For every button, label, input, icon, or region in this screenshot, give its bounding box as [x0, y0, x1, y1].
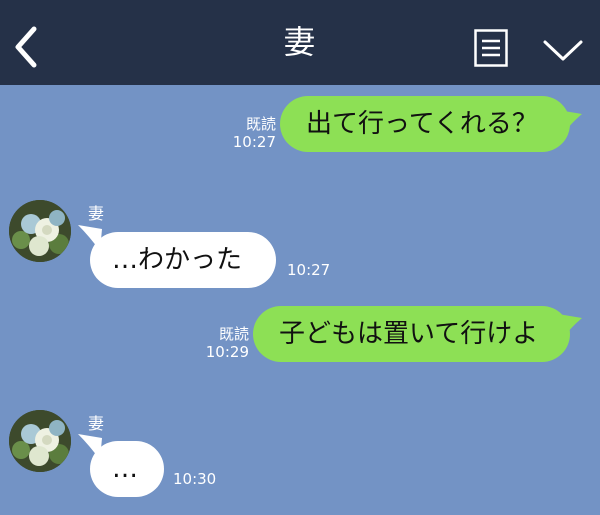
message-bubble-outgoing[interactable]: 子どもは置いて行けよ: [253, 306, 570, 362]
message-bubble-incoming[interactable]: …わかった: [90, 232, 276, 288]
avatar[interactable]: [9, 410, 71, 472]
message-bubble-incoming[interactable]: …: [90, 441, 164, 497]
menu-button[interactable]: [474, 29, 508, 67]
rose-photo-icon: [9, 410, 71, 472]
rose-photo-icon: [9, 200, 71, 262]
back-button[interactable]: [10, 25, 46, 69]
message-meta: 既読 10:29: [201, 325, 249, 361]
message-meta: 既読 10:27: [228, 115, 276, 151]
message-time: 10:27: [232, 133, 276, 151]
read-receipt: 既読: [218, 325, 249, 343]
dropdown-button[interactable]: [542, 37, 584, 63]
chevron-down-icon: [543, 40, 583, 61]
message-time: 10:30: [173, 470, 217, 488]
chevron-left-icon: [15, 26, 37, 68]
read-receipt: 既読: [245, 115, 276, 133]
avatar[interactable]: [9, 200, 71, 262]
chat-header: 妻: [0, 0, 600, 85]
message-time: 10:27: [287, 261, 331, 279]
message-time: 10:29: [205, 343, 249, 361]
chat-title: 妻: [283, 23, 317, 61]
sender-name: 妻: [88, 414, 105, 433]
sender-name: 妻: [88, 204, 105, 223]
message-bubble-outgoing[interactable]: 出て行ってくれる？: [280, 96, 570, 152]
list-icon: [474, 29, 508, 67]
